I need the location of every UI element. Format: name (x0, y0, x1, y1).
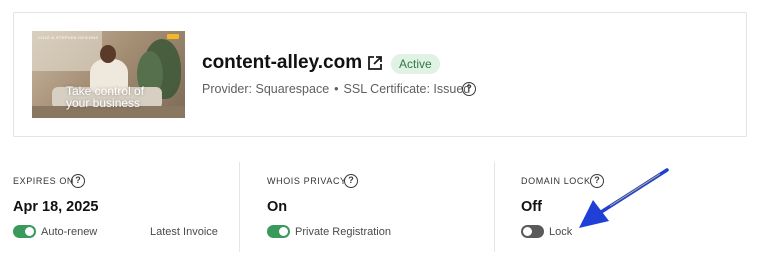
expires-panel: EXPIRES ON ? Apr 18, 2025 Auto-renew Lat… (0, 162, 239, 252)
whois-panel: WHOIS PRIVACY ? On Private Registration (239, 162, 494, 252)
ssl-text: SSL Certificate: Issued (343, 82, 471, 96)
domain-summary-card: COLE & STEPHEN DESIGNS Take control of y… (13, 12, 747, 137)
auto-renew-label: Auto-renew (41, 226, 98, 238)
private-registration-toggle[interactable] (267, 225, 290, 238)
domain-lock-panel: DOMAIN LOCK ? Off Lock (494, 162, 761, 252)
auto-renew-toggle[interactable] (13, 225, 36, 238)
help-icon[interactable]: ? (590, 174, 604, 188)
site-thumbnail[interactable]: COLE & STEPHEN DESIGNS Take control of y… (32, 31, 185, 118)
help-icon[interactable]: ? (344, 174, 358, 188)
status-badge: Active (391, 54, 440, 74)
domain-lock-toggle-label: Lock (549, 226, 573, 238)
external-link-icon[interactable] (366, 54, 384, 72)
whois-label: WHOIS PRIVACY (267, 176, 347, 186)
private-registration-label: Private Registration (295, 226, 391, 238)
help-icon[interactable]: ? (71, 174, 85, 188)
whois-status: On (267, 199, 288, 215)
separator-dot: • (334, 82, 339, 96)
domain-lock-status: Off (521, 199, 542, 215)
provider-ssl-line: Provider: Squarespace • SSL Certificate: I… (202, 82, 470, 96)
help-icon[interactable]: ? (462, 82, 476, 96)
domain-lock-label: DOMAIN LOCK (521, 176, 591, 186)
domain-lock-toggle[interactable] (521, 225, 544, 238)
provider-text: Provider: Squarespace (202, 82, 330, 96)
latest-invoice-link[interactable]: Latest Invoice (150, 226, 218, 238)
expires-label: EXPIRES ON (13, 176, 75, 186)
thumbnail-tagline: Take control of your business (66, 84, 145, 110)
domain-name: content-alley.com (202, 52, 363, 73)
expiry-date: Apr 18, 2025 (13, 199, 99, 215)
thumbnail-nav-text: COLE & STEPHEN DESIGNS (38, 35, 99, 40)
